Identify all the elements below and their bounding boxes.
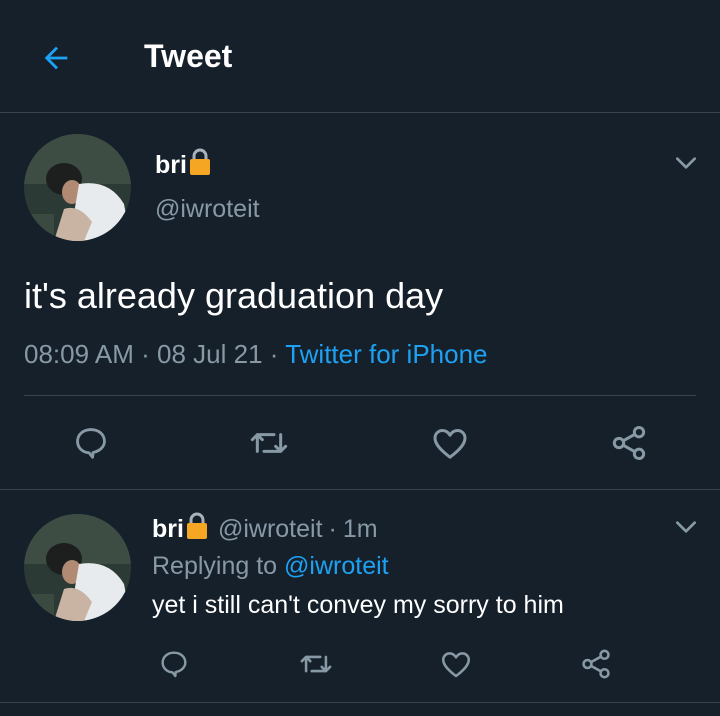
reply-display-name-text: bri (152, 515, 184, 543)
reply-share-button[interactable] (576, 644, 616, 684)
back-button[interactable] (34, 36, 78, 80)
reply-separator: · (328, 515, 337, 543)
like-button[interactable] (427, 420, 473, 466)
reply-display-name[interactable]: bri (152, 512, 208, 547)
reply-avatar[interactable] (24, 514, 131, 621)
reply-reply-button[interactable] (154, 644, 194, 684)
avatar[interactable] (24, 134, 131, 241)
reply-retweet-button[interactable] (296, 644, 336, 684)
arrow-left-icon (44, 46, 68, 70)
retweet-icon (300, 655, 332, 673)
reply-icon (161, 651, 187, 678)
replying-to: Replying to @iwroteit (152, 552, 389, 581)
replying-prefix: Replying to (152, 552, 278, 580)
chevron-down-icon[interactable] (673, 150, 699, 176)
display-name[interactable]: bri (155, 148, 211, 183)
share-icon (582, 649, 610, 679)
reply-handle[interactable]: @iwroteit (218, 515, 323, 544)
app-header: Tweet (0, 0, 720, 113)
meta-separator: · (141, 339, 150, 369)
retweet-button[interactable] (246, 420, 292, 466)
replying-to-link[interactable]: @iwroteit (284, 552, 389, 580)
retweet-icon (250, 433, 288, 453)
divider (0, 489, 720, 490)
reply-time: 1m (342, 515, 378, 543)
user-handle[interactable]: @iwroteit (155, 195, 260, 224)
tweet-time: 08:09 AM (24, 339, 134, 369)
meta-separator: · (269, 339, 279, 369)
display-name-text: bri (155, 151, 187, 179)
tweet-source-link[interactable]: Twitter for iPhone (285, 339, 487, 369)
reply-text: yet i still can't convey my sorry to him (152, 591, 564, 619)
reply-button[interactable] (68, 420, 114, 466)
divider (0, 702, 720, 703)
chevron-down-icon[interactable] (673, 514, 699, 540)
tweet-meta: 08:09 AM · 08 Jul 21 · Twitter for iPhon… (24, 339, 488, 370)
heart-icon (433, 429, 467, 459)
share-button[interactable] (606, 420, 652, 466)
divider (24, 395, 696, 396)
heart-icon (441, 652, 471, 678)
share-icon (612, 426, 646, 460)
tweet-date: 08 Jul 21 (157, 339, 263, 369)
reply-header: bri @iwroteit · 1m (152, 512, 378, 547)
reply-icon (76, 428, 106, 459)
page-title: Tweet (144, 38, 233, 74)
lock-icon (186, 512, 208, 547)
lock-icon (189, 148, 211, 183)
tweet-text: it's already graduation day (24, 275, 444, 316)
reply-like-button[interactable] (436, 644, 476, 684)
